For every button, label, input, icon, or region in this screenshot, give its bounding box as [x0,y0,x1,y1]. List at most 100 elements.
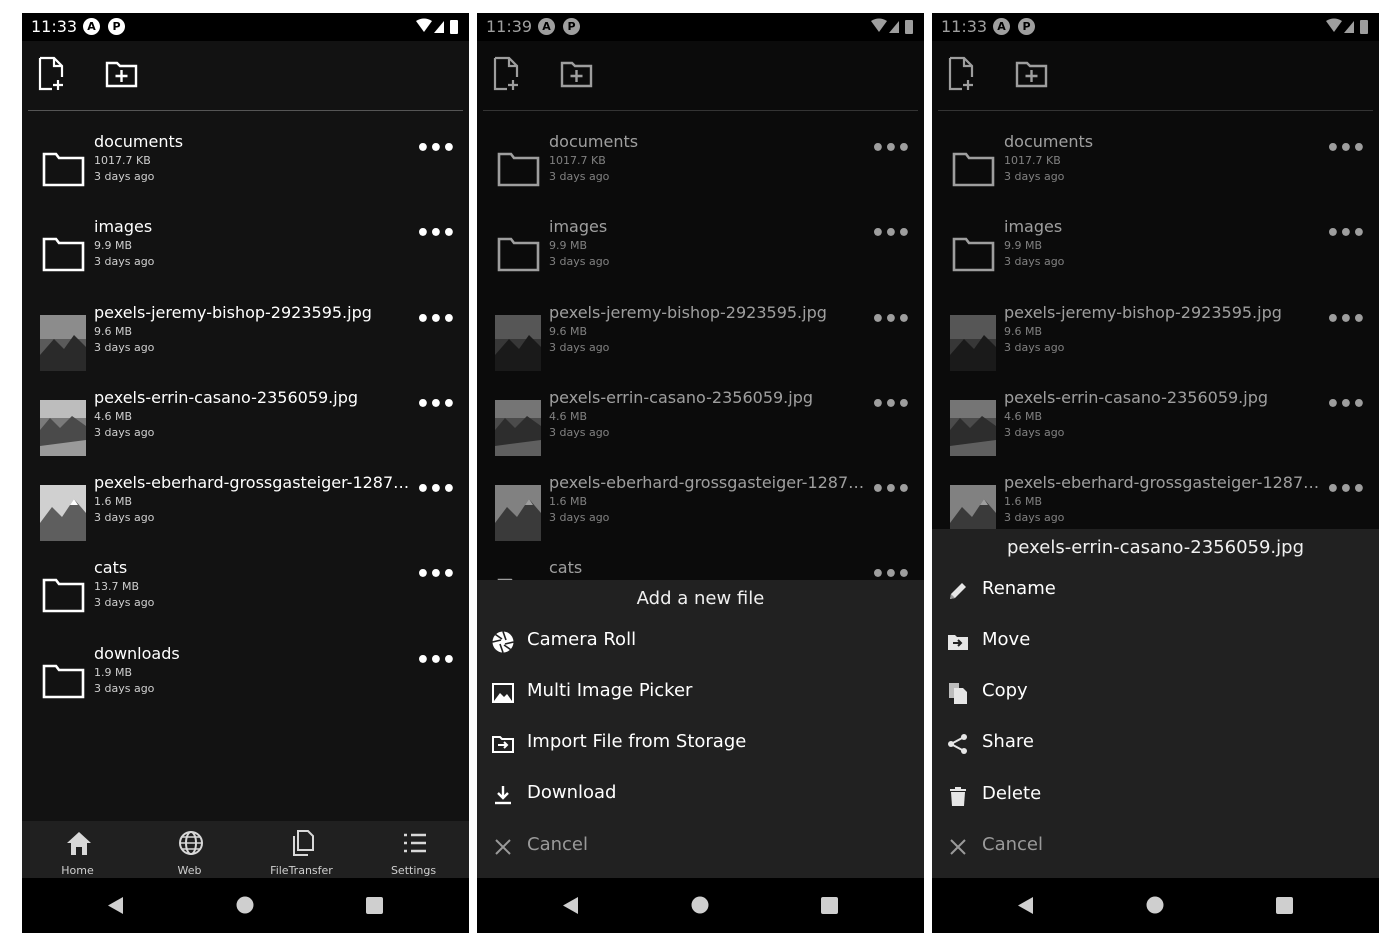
download-icon [495,786,511,805]
file-date: 3 days ago [94,426,155,439]
recents-icon[interactable] [1276,897,1293,914]
nav-settings[interactable]: Settings [358,821,469,878]
back-icon[interactable] [1017,896,1035,915]
recents-icon[interactable] [821,897,838,914]
more-options-icon[interactable]: ••• [416,307,456,332]
copy-option[interactable]: Copy [932,679,1379,730]
file-row[interactable]: documents 1017.7 KB 3 days ago ••• [22,132,469,225]
system-navigation-bar [932,878,1379,933]
more-options-icon[interactable]: ••• [416,136,456,161]
more-options-icon[interactable]: ••• [416,477,456,502]
more-options-icon[interactable]: ••• [416,648,456,673]
option-label: Camera Roll [527,629,637,650]
file-row[interactable]: downloads 1.9 MB 3 days ago ••• [22,644,469,737]
file-date: 3 days ago [94,170,155,183]
file-row[interactable]: pexels-eberhard-grossgasteiger-1287… 1.6… [22,473,469,566]
file-date: 3 days ago [94,511,155,524]
aperture-icon [492,631,514,653]
move-option[interactable]: Move [932,628,1379,679]
nav-label: FileTransfer [270,864,333,877]
back-icon[interactable] [107,896,125,915]
delete-option[interactable]: Delete [932,782,1379,833]
trash-icon [950,787,966,806]
file-size: 1017.7 KB [94,154,151,167]
status-time: 11:33 [31,17,78,36]
pencil-icon [950,583,966,599]
file-size: 9.9 MB [94,239,133,252]
file-row[interactable]: pexels-errin-casano-2356059.jpg 4.6 MB 3… [22,388,469,481]
folder-icon [42,150,86,188]
image-thumbnail [40,485,86,541]
file-row[interactable]: images 9.9 MB 3 days ago ••• [22,217,469,310]
more-options-icon[interactable]: ••• [416,562,456,587]
option-label: Cancel [982,834,1043,855]
import-file-option[interactable]: Import File from Storage [477,730,924,781]
nav-label: Settings [390,864,437,877]
bottom-navigation: Home Web FileTransfer Settings [22,821,469,878]
folder-icon [42,662,86,700]
option-label: Multi Image Picker [527,680,693,701]
file-name: cats [94,558,128,577]
multi-image-picker-option[interactable]: Multi Image Picker [477,679,924,730]
notification-a-icon: A [83,18,100,35]
more-options-icon[interactable]: ••• [416,221,456,246]
back-icon[interactable] [562,896,580,915]
phone-file-list: 11:33 A P documents 1017.7 KB 3 days ago… [22,13,469,933]
file-size: 1.6 MB [94,495,133,508]
file-actions-sheet: pexels-errin-casano-2356059.jpg Rename M… [932,529,1379,878]
nav-web[interactable]: Web [134,821,245,878]
home-circle-icon[interactable] [691,896,709,914]
nav-home[interactable]: Home [22,821,133,878]
share-option[interactable]: Share [932,730,1379,781]
file-size: 4.6 MB [94,410,133,423]
new-file-icon[interactable] [35,56,71,92]
folder-icon [42,235,86,273]
file-name: images [94,217,153,236]
nav-filetransfer[interactable]: FileTransfer [246,821,357,878]
cancel-option[interactable]: Cancel [932,833,1379,884]
camera-roll-option[interactable]: Camera Roll [477,628,924,679]
nav-label: Web [177,864,202,877]
cancel-option[interactable]: Cancel [477,833,924,884]
copy-icon [949,683,967,704]
toolbar [22,41,469,111]
signal-battery-icons [415,18,461,39]
option-label: Cancel [527,834,588,855]
file-date: 3 days ago [94,596,155,609]
file-size: 1.9 MB [94,666,133,679]
image-thumbnail [40,315,86,371]
status-bar: 11:33 A P [22,13,469,41]
folder-import-icon [492,736,514,753]
globe-icon [179,831,203,855]
option-label: Delete [982,783,1042,804]
home-icon [67,832,91,855]
home-circle-icon[interactable] [236,896,254,914]
toolbar-divider [28,110,463,111]
new-folder-icon[interactable] [104,56,140,92]
download-option[interactable]: Download [477,781,924,832]
more-options-icon[interactable]: ••• [416,392,456,417]
close-icon [950,839,966,855]
file-size: 9.6 MB [94,325,133,338]
home-circle-icon[interactable] [1146,896,1164,914]
sheet-title: Add a new file [636,588,765,609]
recents-icon[interactable] [366,897,383,914]
file-name: documents [94,132,184,151]
file-row[interactable]: cats 13.7 MB 3 days ago ••• [22,558,469,651]
file-name: downloads [94,644,180,663]
sheet-title: pexels-errin-casano-2356059.jpg [1006,537,1305,558]
file-row[interactable]: pexels-jeremy-bishop-2923595.jpg 9.6 MB … [22,303,469,396]
option-label: Download [527,782,617,803]
list-icon [404,833,426,853]
system-navigation-bar [22,878,469,933]
files-icon [293,830,314,856]
file-name: pexels-eberhard-grossgasteiger-1287… [94,473,410,492]
rename-option[interactable]: Rename [932,577,1379,628]
image-thumbnail [40,400,86,456]
system-navigation-bar [477,878,924,933]
option-label: Rename [982,578,1056,599]
file-date: 3 days ago [94,341,155,354]
folder-icon [42,576,86,614]
file-name: pexels-jeremy-bishop-2923595.jpg [94,303,372,322]
close-icon [495,839,511,855]
